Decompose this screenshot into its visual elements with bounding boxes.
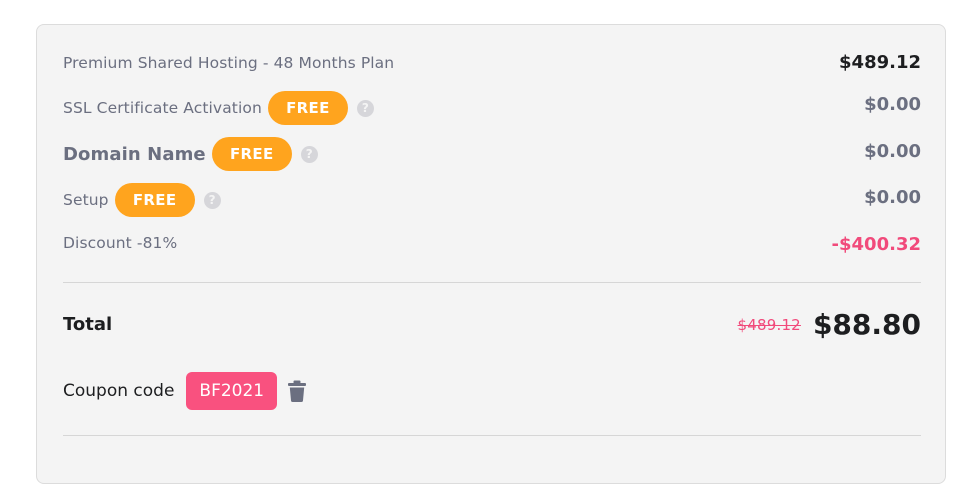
line-item-domain: Domain Name FREE ? $0.00 (63, 137, 921, 171)
help-icon[interactable]: ? (300, 145, 318, 163)
line-item-amount: $0.00 (864, 186, 921, 208)
divider (63, 282, 921, 283)
order-summary-card: Premium Shared Hosting - 48 Months Plan … (36, 24, 946, 484)
line-item-label: Setup (63, 191, 109, 209)
line-item-amount: $489.12 (839, 52, 921, 73)
coupon-row: Coupon code BF2021 (63, 372, 921, 410)
discount-amount: -$400.32 (831, 234, 921, 255)
line-item-label: SSL Certificate Activation (63, 99, 262, 117)
trash-icon[interactable] (288, 380, 307, 402)
line-item-ssl: SSL Certificate Activation FREE ? $0.00 (63, 91, 921, 125)
total-price: $88.80 (812, 308, 921, 341)
line-item-setup: Setup FREE ? $0.00 (63, 183, 921, 217)
coupon-label: Coupon code (63, 381, 175, 401)
line-item-label: Discount -81% (63, 233, 178, 252)
free-badge: FREE (114, 183, 195, 217)
help-icon[interactable]: ? (356, 99, 374, 117)
line-item-label: Domain Name (63, 143, 206, 165)
total-row: Total $489.12 $88.80 (63, 308, 921, 341)
line-item-amount: $0.00 (864, 140, 921, 162)
line-item-label: Premium Shared Hosting - 48 Months Plan (63, 53, 395, 72)
free-badge: FREE (211, 137, 292, 171)
free-badge: FREE (267, 91, 348, 125)
divider (63, 435, 921, 436)
line-item-amount: $0.00 (864, 93, 921, 115)
line-item-hosting: Premium Shared Hosting - 48 Months Plan … (63, 52, 921, 73)
help-icon[interactable]: ? (203, 191, 221, 209)
original-price: $489.12 (737, 315, 801, 334)
total-label: Total (63, 314, 113, 335)
coupon-code-badge: BF2021 (186, 372, 278, 410)
line-item-discount: Discount -81% -$400.32 (63, 230, 921, 256)
